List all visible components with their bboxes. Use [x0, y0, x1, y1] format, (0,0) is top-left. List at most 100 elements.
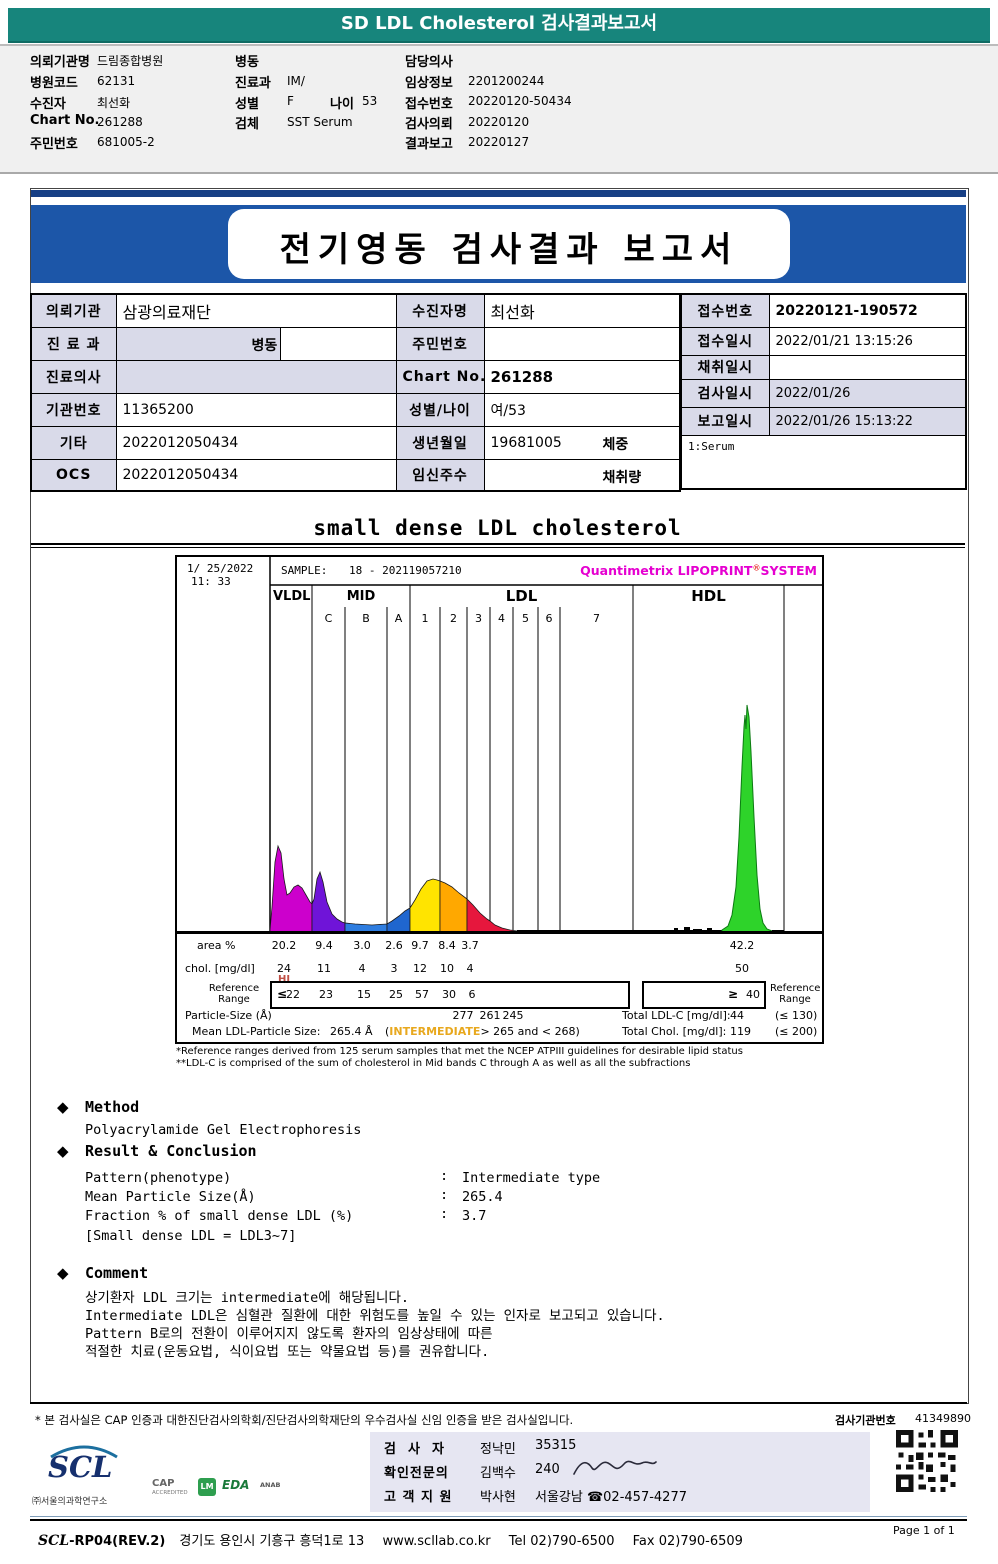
staff-name: 정낙민: [480, 1442, 516, 1457]
info-value: 2022012050434: [115, 458, 397, 492]
staff-id: 35315: [535, 1438, 577, 1453]
cert-note: * 본 검사실은 CAP 인증과 대한진단검사의학회/진단검사의학재단의 우수검…: [35, 1413, 574, 1427]
area-value: 3.0: [353, 939, 371, 952]
diamond-bullet-icon: ◆: [57, 1142, 69, 1160]
comment-line: Intermediate LDL은 심혈관 질환에 대한 위험도를 높일 수 있…: [85, 1308, 665, 1324]
ref-label-line2: Range: [218, 994, 250, 1005]
subband-label: C: [324, 612, 333, 625]
info-value: 여/53: [483, 392, 681, 427]
staff-id: 240: [535, 1462, 560, 1477]
staff-label: 고 객 지 원: [384, 1490, 453, 1505]
footer-rule-light: [30, 1516, 967, 1517]
info-label: 접수번호: [680, 293, 770, 328]
ref-range-right-label: Reference Range: [770, 983, 820, 1005]
ref-label-line2: Range: [779, 994, 811, 1005]
ref-label-line1: Reference: [770, 983, 821, 994]
info-value: 2022/01/26 15:13:22: [768, 406, 967, 436]
chol-row-label: chol. [mg/dl]: [185, 962, 255, 975]
result-value: 3.7: [462, 1208, 487, 1224]
subband-label: 6: [545, 612, 553, 625]
result-name: Fraction % of small dense LDL (%): [85, 1208, 354, 1224]
field-value: 2201200244: [468, 74, 545, 88]
result-value: 265.4: [462, 1189, 503, 1205]
info-label: 기관번호: [30, 392, 117, 427]
scl-form-logo: SCL: [38, 1533, 70, 1549]
comment-heading: Comment: [85, 1264, 149, 1282]
field-label: 병원코드: [30, 76, 78, 91]
org-no-label: 검사기관번호: [835, 1414, 896, 1427]
info-value: [115, 359, 397, 394]
info-value: 20220121-190572: [768, 293, 967, 328]
comment-line: Pattern B로의 전환이 이루어지지 않도록 환자의 임상상태에 따른: [85, 1326, 493, 1342]
total-chol-label: Total Chol. [mg/dl]:: [622, 1025, 727, 1038]
field-value: 20220127: [468, 135, 530, 149]
org-no-value: 41349890: [915, 1412, 971, 1425]
footer-rule-top: [30, 1402, 967, 1404]
chol-value: 10: [440, 962, 454, 975]
result-name: Pattern(phenotype): [85, 1170, 232, 1186]
area-row-label: area %: [197, 939, 236, 952]
info-label: 진 료 과: [30, 326, 117, 361]
section-title: small dense LDL cholesterol: [313, 516, 682, 540]
staff-name: 박사현: [480, 1490, 516, 1505]
sample-label: SAMPLE:: [281, 564, 328, 577]
area-value: 3.7: [461, 939, 479, 952]
staff-id: 서울강남 ☎02-457-4277: [535, 1490, 687, 1505]
info-value: 최선화: [483, 293, 681, 328]
info-label: 성별/나이: [395, 392, 485, 427]
ref-value: 22: [286, 988, 300, 1001]
band-group-mid: MID: [346, 589, 376, 604]
band-group-ldl: LDL: [505, 587, 538, 605]
ward-subcell: [279, 328, 395, 359]
report-banner: SD LDL Cholesterol 검사결과보고서: [8, 8, 990, 43]
lab-website: www.scllab.co.kr: [382, 1534, 491, 1549]
field-label: 수진자: [30, 97, 66, 112]
info-value: [483, 326, 681, 361]
field-value: 20220120: [468, 115, 530, 129]
subband-label: 2: [450, 612, 457, 625]
particle-size-value: 245: [502, 1009, 524, 1022]
subband-label: 7: [593, 612, 600, 625]
total-ldl-label: Total LDL-C [mg/dl]:: [622, 1009, 731, 1022]
cap-logo-subtext: ACCREDITED: [152, 1490, 188, 1496]
signature-icon: [573, 1460, 657, 1475]
section-rule-thick: [31, 543, 965, 545]
info-value: 병동: [115, 326, 397, 361]
field-value: 최선화: [97, 96, 131, 110]
field-label: 주민번호: [30, 137, 78, 152]
section-rule-thin: [31, 547, 965, 548]
field-label: 성별: [235, 97, 259, 112]
field-label: 진료과: [235, 76, 271, 91]
run-date: 1/ 25/2022: [187, 562, 254, 575]
run-time: 11: 33: [191, 575, 231, 588]
birthdate-value: 19681005: [490, 434, 562, 451]
cap-logo-icon: CAP: [152, 1478, 175, 1489]
field-label: 검사의뢰: [405, 117, 453, 132]
anab-logo-icon: ANAB: [260, 1481, 281, 1489]
diamond-bullet-icon: ◆: [57, 1098, 69, 1116]
footnote-2: **LDL-C is comprised of the sum of chole…: [176, 1058, 691, 1069]
area-value: 2.6: [385, 939, 403, 952]
field-value: SST Serum: [287, 115, 353, 129]
info-value: 2022012050434: [115, 425, 397, 460]
field-label: 검체: [235, 117, 259, 132]
band-group-vldl: VLDL: [273, 589, 311, 604]
info-label: 생년월일: [395, 425, 485, 460]
field-value: 드림종합병원: [97, 54, 164, 68]
form-number: -RP04(REV.2): [69, 1534, 166, 1549]
brand-name: Quantimetrix LIPOPRINT: [580, 563, 753, 578]
field-label: 담당의사: [405, 55, 453, 70]
field-label: 접수번호: [405, 97, 453, 112]
brand-suffix: SYSTEM: [760, 563, 817, 578]
method-heading: Method: [85, 1098, 140, 1116]
subband-label: B: [362, 612, 370, 625]
sample-id: 18 - 202119057210: [349, 564, 462, 577]
area-value: 42.2: [729, 939, 755, 952]
particle-size-value: 277: [452, 1009, 474, 1022]
total-chol-ref: (≤ 200): [775, 1025, 818, 1038]
ref-value-hdl: 40: [746, 988, 760, 1001]
field-label: 결과보고: [405, 137, 453, 152]
info-label: 임신주수: [395, 458, 485, 492]
ref-range-box-hdl: ≥ 40: [642, 981, 766, 1009]
ref-range-left-label: Reference Range: [205, 983, 263, 1005]
